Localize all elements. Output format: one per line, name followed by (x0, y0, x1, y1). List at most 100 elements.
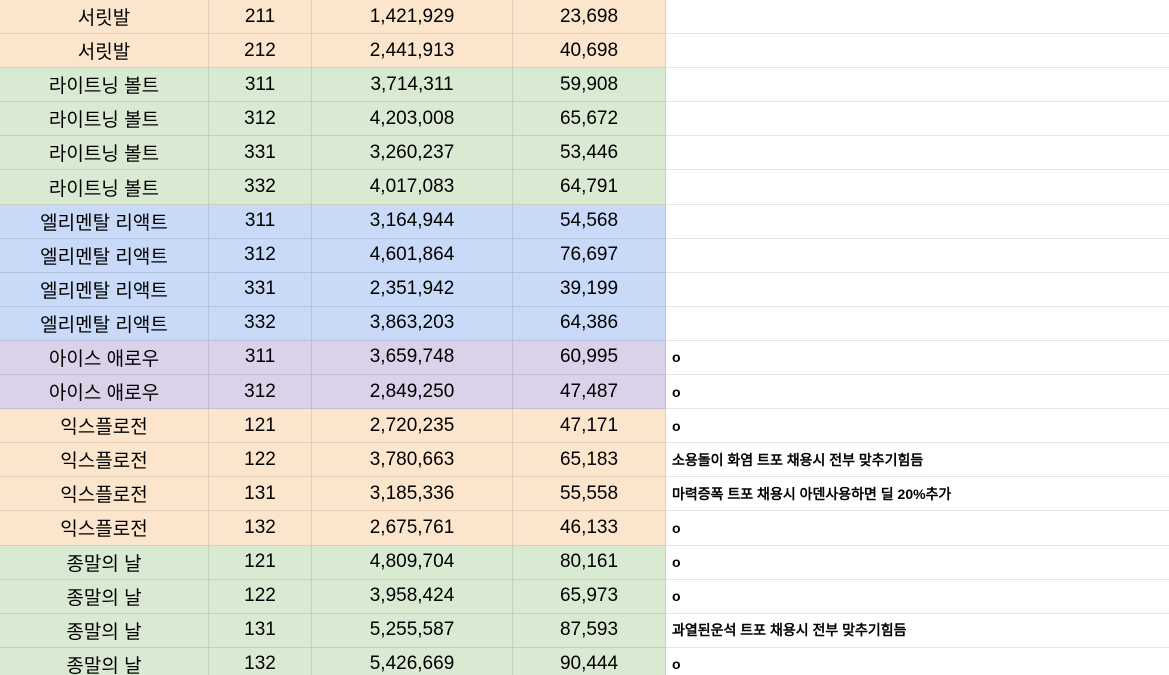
skill-name-cell[interactable]: 종말의 날 (0, 614, 209, 648)
skill-name-cell[interactable]: 라이트닝 볼트 (0, 102, 209, 136)
sub-value-cell[interactable]: 64,791 (513, 170, 666, 204)
skill-name-cell[interactable]: 엘리멘탈 리액트 (0, 307, 209, 341)
skill-name-cell[interactable]: 엘리멘탈 리액트 (0, 273, 209, 307)
sub-value-cell[interactable]: 60,995 (513, 341, 666, 375)
sub-value-cell[interactable]: 76,697 (513, 239, 666, 273)
skill-name-cell[interactable]: 서릿발 (0, 0, 209, 34)
note-cell[interactable]: o (666, 546, 1169, 580)
skill-name-cell[interactable]: 라이트닝 볼트 (0, 68, 209, 102)
total-value-cell[interactable]: 2,720,235 (312, 409, 513, 443)
total-value-cell[interactable]: 3,185,336 (312, 477, 513, 511)
total-value-cell[interactable]: 2,849,250 (312, 375, 513, 409)
sub-value-cell[interactable]: 64,386 (513, 307, 666, 341)
skill-code-cell[interactable]: 122 (209, 580, 312, 614)
sub-value-cell[interactable]: 47,171 (513, 409, 666, 443)
skill-code-cell[interactable]: 121 (209, 409, 312, 443)
total-value-cell[interactable]: 3,863,203 (312, 307, 513, 341)
sub-value-cell[interactable]: 53,446 (513, 136, 666, 170)
sub-value-cell[interactable]: 40,698 (513, 34, 666, 68)
note-cell[interactable] (666, 68, 1169, 102)
note-cell[interactable]: o (666, 375, 1169, 409)
total-value-cell[interactable]: 4,809,704 (312, 546, 513, 580)
total-value-cell[interactable]: 3,659,748 (312, 341, 513, 375)
note-cell[interactable]: o (666, 409, 1169, 443)
skill-code-cell[interactable]: 312 (209, 102, 312, 136)
skill-name-cell[interactable]: 익스플로전 (0, 511, 209, 545)
skill-code-cell[interactable]: 212 (209, 34, 312, 68)
note-cell[interactable]: o (666, 648, 1169, 675)
total-value-cell[interactable]: 2,351,942 (312, 273, 513, 307)
total-value-cell[interactable]: 5,426,669 (312, 648, 513, 675)
skill-name-cell[interactable]: 익스플로전 (0, 443, 209, 477)
skill-code-cell[interactable]: 331 (209, 273, 312, 307)
skill-name-cell[interactable]: 라이트닝 볼트 (0, 170, 209, 204)
total-value-cell[interactable]: 3,958,424 (312, 580, 513, 614)
note-cell[interactable] (666, 307, 1169, 341)
skill-name-cell[interactable]: 아이스 애로우 (0, 375, 209, 409)
total-value-cell[interactable]: 5,255,587 (312, 614, 513, 648)
note-cell[interactable] (666, 34, 1169, 68)
note-cell[interactable] (666, 170, 1169, 204)
skill-name-cell[interactable]: 익스플로전 (0, 409, 209, 443)
note-cell[interactable]: 소용돌이 화염 트포 채용시 전부 맞추기힘듬 (666, 443, 1169, 477)
total-value-cell[interactable]: 3,780,663 (312, 443, 513, 477)
sub-value-cell[interactable]: 46,133 (513, 511, 666, 545)
skill-code-cell[interactable]: 331 (209, 136, 312, 170)
sub-value-cell[interactable]: 87,593 (513, 614, 666, 648)
sub-value-cell[interactable]: 65,672 (513, 102, 666, 136)
skill-code-cell[interactable]: 131 (209, 614, 312, 648)
sub-value-cell[interactable]: 47,487 (513, 375, 666, 409)
sub-value-cell[interactable]: 23,698 (513, 0, 666, 34)
sub-value-cell[interactable]: 90,444 (513, 648, 666, 675)
skill-code-cell[interactable]: 332 (209, 307, 312, 341)
sub-value-cell[interactable]: 39,199 (513, 273, 666, 307)
skill-code-cell[interactable]: 211 (209, 0, 312, 34)
skill-name-cell[interactable]: 서릿발 (0, 34, 209, 68)
skill-code-cell[interactable]: 121 (209, 546, 312, 580)
note-cell[interactable] (666, 273, 1169, 307)
sub-value-cell[interactable]: 65,183 (513, 443, 666, 477)
skill-code-cell[interactable]: 312 (209, 375, 312, 409)
total-value-cell[interactable]: 2,675,761 (312, 511, 513, 545)
skill-name-cell[interactable]: 종말의 날 (0, 546, 209, 580)
total-value-cell[interactable]: 4,601,864 (312, 239, 513, 273)
total-value-cell[interactable]: 4,017,083 (312, 170, 513, 204)
skill-code-cell[interactable]: 332 (209, 170, 312, 204)
skill-name-cell[interactable]: 종말의 날 (0, 648, 209, 675)
sub-value-cell[interactable]: 54,568 (513, 205, 666, 239)
note-cell[interactable]: o (666, 341, 1169, 375)
skill-code-cell[interactable]: 312 (209, 239, 312, 273)
total-value-cell[interactable]: 1,421,929 (312, 0, 513, 34)
total-value-cell[interactable]: 2,441,913 (312, 34, 513, 68)
skill-name-cell[interactable]: 아이스 애로우 (0, 341, 209, 375)
skill-code-cell[interactable]: 131 (209, 477, 312, 511)
note-cell[interactable]: o (666, 511, 1169, 545)
skill-name-cell[interactable]: 익스플로전 (0, 477, 209, 511)
skill-name-cell[interactable]: 엘리멘탈 리액트 (0, 205, 209, 239)
sub-value-cell[interactable]: 65,973 (513, 580, 666, 614)
skill-code-cell[interactable]: 132 (209, 511, 312, 545)
skill-code-cell[interactable]: 122 (209, 443, 312, 477)
note-cell[interactable]: 마력증폭 트포 채용시 아덴사용하면 딜 20%추가 (666, 477, 1169, 511)
note-cell[interactable]: 과열된운석 트포 채용시 전부 맞추기힘듬 (666, 614, 1169, 648)
total-value-cell[interactable]: 3,164,944 (312, 205, 513, 239)
total-value-cell[interactable]: 3,714,311 (312, 68, 513, 102)
skill-name-cell[interactable]: 엘리멘탈 리액트 (0, 239, 209, 273)
skill-code-cell[interactable]: 311 (209, 205, 312, 239)
note-cell[interactable] (666, 239, 1169, 273)
sub-value-cell[interactable]: 59,908 (513, 68, 666, 102)
skill-name-cell[interactable]: 종말의 날 (0, 580, 209, 614)
note-cell[interactable] (666, 0, 1169, 34)
total-value-cell[interactable]: 4,203,008 (312, 102, 513, 136)
note-cell[interactable] (666, 136, 1169, 170)
skill-code-cell[interactable]: 311 (209, 341, 312, 375)
total-value-cell[interactable]: 3,260,237 (312, 136, 513, 170)
sub-value-cell[interactable]: 55,558 (513, 477, 666, 511)
note-cell[interactable]: o (666, 580, 1169, 614)
skill-code-cell[interactable]: 311 (209, 68, 312, 102)
skill-name-cell[interactable]: 라이트닝 볼트 (0, 136, 209, 170)
note-cell[interactable] (666, 205, 1169, 239)
sub-value-cell[interactable]: 80,161 (513, 546, 666, 580)
skill-code-cell[interactable]: 132 (209, 648, 312, 675)
note-cell[interactable] (666, 102, 1169, 136)
